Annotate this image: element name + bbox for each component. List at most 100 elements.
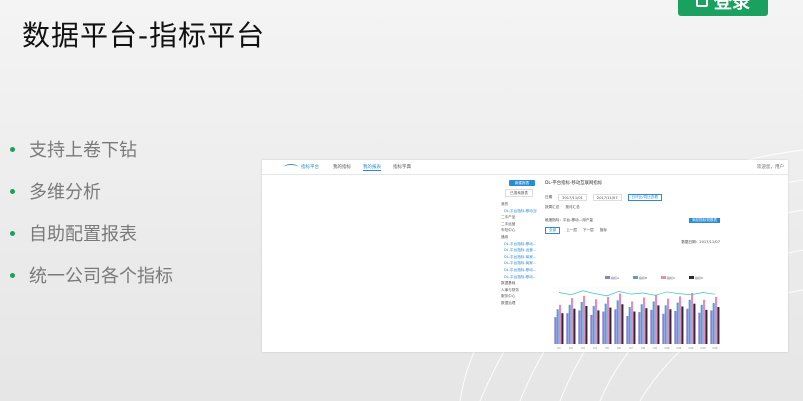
chart-bar — [628, 307, 631, 344]
sidebar-item[interactable]: 通用 — [501, 234, 537, 241]
chart-bar — [583, 295, 586, 344]
chart-bar — [621, 304, 624, 344]
sidebar-item[interactable]: DL-平台指标-运营… — [501, 247, 537, 254]
x-tick-label: C3 — [581, 346, 585, 350]
sidebar-item[interactable]: DL-平台指标-商家… — [501, 260, 537, 267]
legend-swatch — [661, 276, 666, 279]
date-to-input[interactable]: 2017/11/07 — [592, 194, 622, 201]
option-weekly[interactable]: 按周汇总 — [545, 205, 559, 210]
chart-bar — [676, 302, 679, 344]
compare-button[interactable]: 日环比/同比查看 — [627, 194, 662, 201]
x-tick-label: C9 — [653, 346, 657, 350]
platform-logo: 指标平台 — [284, 164, 319, 170]
sidebar-item[interactable]: DL-平台指标-移动… — [501, 267, 537, 274]
nav-tab-metric-dictionary[interactable]: 指标字典 — [393, 164, 411, 170]
chart-bar — [573, 308, 576, 344]
bullet-item: 支持上卷下钻 — [10, 128, 173, 170]
chart-bar — [662, 313, 665, 344]
chart-bar — [580, 302, 583, 344]
screenshot-navbar: 指标平台 我的指标 我的报表 指标字典 欢迎您，用户 — [262, 160, 788, 175]
chart-bar — [559, 304, 562, 344]
legend-label: 指标A — [611, 275, 620, 280]
date-label: 日期 — [545, 195, 553, 199]
chart-bar — [616, 300, 619, 344]
x-tick-label: C10 — [664, 346, 669, 350]
chart-bar — [667, 298, 670, 344]
option-monthly[interactable]: 按月汇总 — [565, 205, 579, 210]
tab-all[interactable]: 全部 — [545, 227, 561, 234]
user-greeting[interactable]: 欢迎您，用户 — [757, 164, 784, 170]
x-tick-label: C11 — [676, 346, 681, 350]
bar-chart: 指标A 指标B 指标C 指标D C1 C2 C3 C4 C5 C6 C7 C8 C9 C10 C11 C12 C… — [553, 275, 721, 350]
chart-bar — [645, 308, 648, 344]
report-main: DL-平台指标-移动互联网指标 日期 2017/11/01 2017/11/07… — [545, 180, 788, 352]
chart-bar — [688, 299, 691, 344]
chart-bar — [698, 312, 701, 344]
chart-bar — [705, 309, 708, 344]
top-login-button[interactable]: 登录 — [678, 0, 768, 16]
sidebar-item[interactable]: 数据治理 — [501, 300, 537, 307]
chart-bar — [655, 294, 658, 344]
chart-bar — [614, 309, 617, 344]
chart-bar — [664, 305, 667, 344]
chart-date: 数据日期：2017/11/07 — [681, 240, 720, 244]
chart-bar — [578, 310, 581, 344]
chart-bar — [717, 307, 720, 344]
chart-bar — [679, 296, 682, 344]
x-tick-label: C12 — [688, 346, 693, 350]
drill-up[interactable]: 上一层 — [566, 228, 577, 233]
chart-bar — [556, 309, 559, 344]
x-tick-label: C6 — [617, 346, 621, 350]
chart-bar — [669, 309, 672, 344]
chart-bar — [590, 314, 593, 344]
sidebar-item[interactable]: 二手产品 — [501, 214, 537, 221]
sidebar-item[interactable]: 我的 — [501, 201, 537, 208]
chart-bar — [638, 312, 641, 344]
chart-bar — [619, 293, 622, 344]
bullet-dot-icon — [10, 272, 15, 278]
x-tick-label: C4 — [593, 346, 597, 350]
chart-bar — [571, 298, 574, 344]
new-report-button[interactable]: 新建报表 — [509, 180, 535, 186]
sidebar-item[interactable]: 二手运营 — [501, 221, 537, 228]
sidebar-item[interactable]: DL-平台指标-商家… — [501, 254, 537, 261]
chart-bar — [640, 304, 643, 344]
slide-title: 数据平台-指标平台 — [22, 19, 266, 52]
sidebar-item[interactable]: DL-平台指标-移动… — [501, 241, 537, 248]
tab-metric[interactable]: 指标 — [600, 228, 607, 233]
chart-bar — [715, 296, 718, 344]
sidebar-item[interactable]: 车险中心 — [501, 227, 537, 234]
x-tick-label: C8 — [641, 346, 645, 350]
chart-bar — [703, 299, 706, 344]
embedded-screenshot: 指标平台 我的指标 我的报表 指标字典 欢迎您，用户 新建报表 已搜索报表 我的… — [262, 160, 788, 352]
add-metric-button[interactable]: 添加指标到报表 — [688, 218, 720, 223]
legend-swatch — [633, 276, 638, 279]
date-from-input[interactable]: 2017/11/01 — [558, 194, 587, 201]
legend-swatch — [689, 276, 694, 279]
chart-bar — [681, 306, 684, 344]
search-report-box[interactable]: 已搜索报表 — [505, 189, 533, 197]
sidebar-item[interactable]: DL-平台指标-移动… — [501, 274, 537, 281]
chart-bar — [686, 308, 689, 344]
chart-bar — [712, 303, 715, 344]
chart-bar — [595, 299, 598, 344]
drill-down[interactable]: 下一层 — [583, 228, 594, 233]
chart-bar — [597, 310, 600, 344]
chart-bar — [602, 311, 605, 344]
legend-label: 指标C — [667, 275, 675, 280]
sidebar-item[interactable]: 服务中心 — [501, 293, 537, 300]
chart-bar — [710, 310, 713, 344]
bullet-dot-icon — [10, 146, 15, 152]
chart-bar — [691, 293, 694, 344]
bullet-item: 统一公司各个指标 — [10, 254, 173, 296]
chart-bar — [561, 313, 564, 344]
sidebar-item[interactable]: 数据基础 — [501, 280, 537, 287]
sidebar-item[interactable]: DL-平台指标-移动互联… — [501, 208, 537, 215]
x-tick-label: C14 — [712, 346, 717, 350]
sidebar-item[interactable]: 人事与财务 — [501, 287, 537, 294]
chart-bar — [700, 304, 703, 344]
x-tick-label: C7 — [629, 346, 633, 350]
nav-tab-my-metrics[interactable]: 我的指标 — [333, 164, 351, 170]
bullet-item: 多维分析 — [10, 170, 173, 212]
nav-tab-my-reports[interactable]: 我的报表 — [363, 164, 381, 171]
